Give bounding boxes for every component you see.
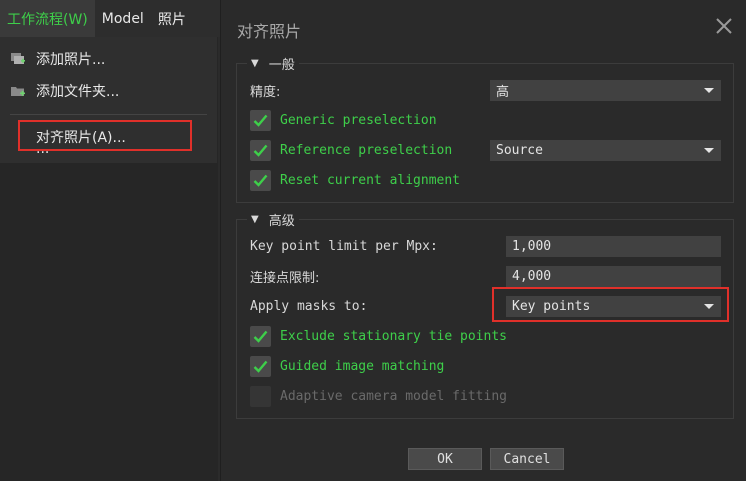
accuracy-row: 精度: 高 — [237, 77, 733, 103]
reference-mode-value: Source — [496, 142, 543, 158]
apply-masks-label: Apply masks to: — [250, 298, 368, 314]
key-point-limit-label: Key point limit per Mpx: — [250, 238, 438, 254]
key-point-limit-row: Key point limit per Mpx: 1,000 — [237, 233, 733, 259]
accuracy-value: 高 — [496, 84, 510, 100]
tie-point-limit-row: 连接点限制: 4,000 — [237, 263, 733, 289]
reference-mode-select[interactable]: Source — [490, 139, 721, 161]
apply-masks-select[interactable]: Key points — [506, 295, 721, 317]
dialog-title: 对齐照片 — [237, 22, 302, 41]
general-group: ▼ 一般 精度: 高 Generic preselection Referenc… — [236, 54, 734, 203]
reset-alignment-row: Reset current alignment — [237, 167, 733, 193]
apply-masks-row: Apply masks to: Key points — [237, 293, 733, 319]
apply-masks-value: Key points — [512, 298, 591, 314]
align-photos-dialog: 对齐照片 ▼ 一般 精度: 高 Generic preselection Ref… — [220, 0, 746, 481]
collapse-triangle-icon: ▼ — [251, 214, 259, 225]
add-folder-icon — [0, 84, 36, 98]
advanced-group: ▼ 高级 Key point limit per Mpx: 1,000 连接点限… — [236, 210, 734, 419]
chevron-down-icon — [704, 147, 714, 153]
menu-separator — [10, 114, 207, 115]
workspace-background — [0, 163, 218, 481]
menu-item-label: 添加照片... — [36, 52, 106, 68]
add-photo-icon — [0, 52, 36, 66]
chevron-down-icon — [704, 87, 714, 93]
tie-point-limit-label: 连接点限制: — [250, 270, 320, 286]
reset-alignment-checkbox[interactable] — [250, 169, 271, 191]
exclude-stationary-checkbox[interactable] — [250, 325, 271, 347]
general-group-title: 一般 — [268, 58, 295, 73]
menu-item-add-photos[interactable]: 添加照片... — [0, 44, 218, 74]
tie-point-limit-input[interactable]: 4,000 — [506, 265, 721, 287]
collapse-triangle-icon: ▼ — [251, 58, 259, 69]
menubar: 工作流程(W) Model 照片 — [0, 0, 222, 37]
advanced-group-header[interactable]: ▼ 高级 — [247, 210, 299, 229]
accuracy-label: 精度: — [250, 84, 281, 100]
guided-matching-label: Guided image matching — [280, 358, 445, 374]
workflow-dropdown: 添加照片... 添加文件夹... 对齐照片(A)... ... — [0, 37, 218, 163]
close-icon[interactable] — [712, 14, 736, 38]
cancel-button[interactable]: Cancel — [490, 448, 564, 470]
guided-matching-row: Guided image matching — [237, 353, 733, 379]
menu-photo[interactable]: 照片 — [151, 0, 193, 37]
generic-preselection-label: Generic preselection — [280, 112, 437, 128]
ok-button[interactable]: OK — [408, 448, 482, 470]
guided-matching-checkbox[interactable] — [250, 355, 271, 377]
checkmark-icon — [253, 144, 268, 157]
generic-preselection-checkbox[interactable] — [250, 109, 271, 131]
reference-preselection-checkbox[interactable] — [250, 139, 271, 161]
reset-alignment-label: Reset current alignment — [280, 172, 461, 188]
advanced-group-title: 高级 — [268, 214, 295, 229]
general-group-header[interactable]: ▼ 一般 — [247, 54, 299, 73]
key-point-limit-input[interactable]: 1,000 — [506, 235, 721, 257]
menu-workflow[interactable]: 工作流程(W) — [0, 0, 95, 37]
adaptive-fitting-row: Adaptive camera model fitting — [237, 383, 733, 409]
tie-point-limit-value: 4,000 — [512, 268, 552, 284]
adaptive-fitting-label: Adaptive camera model fitting — [280, 388, 507, 404]
checkmark-icon — [253, 174, 268, 187]
menu-item-align-photos[interactable]: 对齐照片(A)... — [0, 122, 218, 152]
menu-item-label: 添加文件夹... — [36, 84, 120, 100]
accuracy-select[interactable]: 高 — [490, 79, 721, 101]
checkmark-icon — [253, 114, 268, 127]
menu-item-add-folder[interactable]: 添加文件夹... — [0, 76, 218, 106]
reference-preselection-row: Reference preselection Source — [237, 137, 733, 163]
exclude-stationary-row: Exclude stationary tie points — [237, 323, 733, 349]
checkmark-icon — [253, 360, 268, 373]
adaptive-fitting-checkbox[interactable] — [250, 385, 271, 407]
generic-preselection-row: Generic preselection — [237, 107, 733, 133]
menu-item-truncated[interactable]: ... — [0, 150, 218, 163]
menu-model[interactable]: Model — [95, 0, 151, 37]
key-point-limit-value: 1,000 — [512, 238, 552, 254]
reference-preselection-label: Reference preselection — [280, 142, 453, 158]
exclude-stationary-label: Exclude stationary tie points — [280, 328, 507, 344]
chevron-down-icon — [704, 303, 714, 309]
checkmark-icon — [253, 330, 268, 343]
menu-item-label: ... — [36, 150, 49, 157]
menu-item-label: 对齐照片(A)... — [36, 130, 126, 146]
